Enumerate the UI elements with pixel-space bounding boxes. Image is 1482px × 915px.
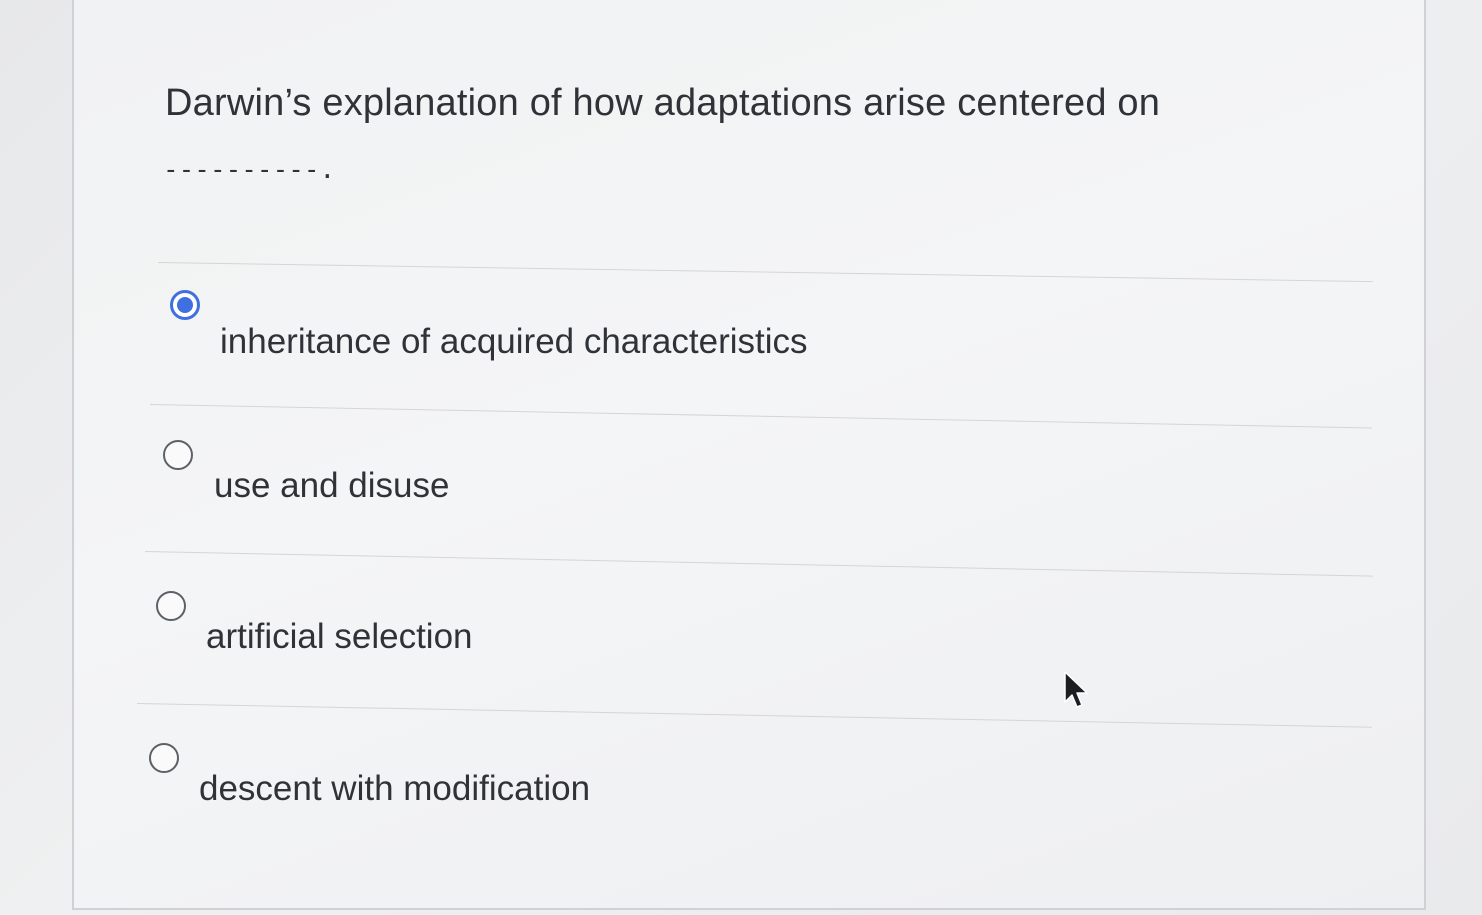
option-label[interactable]: inheritance of acquired characteristics bbox=[220, 322, 808, 362]
radio-button[interactable] bbox=[156, 591, 186, 621]
option-label[interactable]: artificial selection bbox=[206, 617, 473, 657]
radio-button-selected[interactable] bbox=[170, 290, 200, 320]
question-text: Darwin’s explanation of how adaptations … bbox=[165, 82, 1161, 124]
radio-button[interactable] bbox=[149, 743, 179, 773]
option-label[interactable]: use and disuse bbox=[214, 466, 449, 506]
radio-button[interactable] bbox=[163, 440, 193, 470]
question-blank: ----------. bbox=[163, 155, 336, 185]
option-label[interactable]: descent with modification bbox=[199, 769, 590, 809]
arrow-cursor-icon bbox=[1064, 671, 1088, 708]
